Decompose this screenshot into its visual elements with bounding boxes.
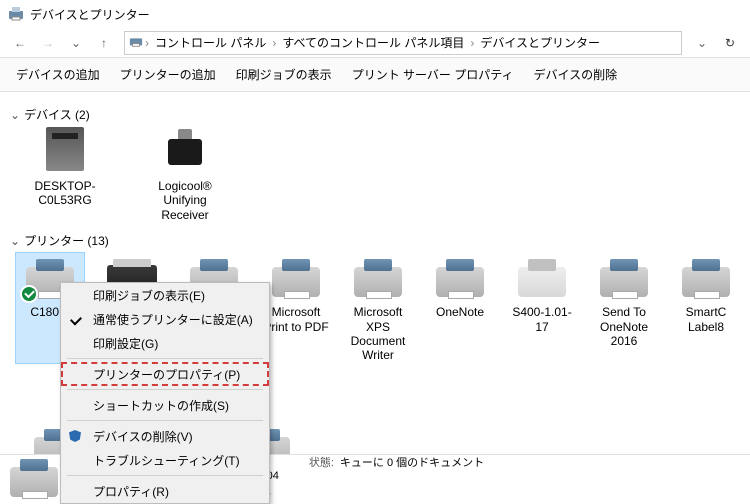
chevron-right-icon: › <box>272 36 276 50</box>
menu-item[interactable]: プリンターのプロパティ(P) <box>61 362 269 386</box>
section-devices-label: デバイス (2) <box>24 106 90 123</box>
breadcrumb-root-icon <box>129 34 143 51</box>
menu-item[interactable]: 印刷設定(G) <box>61 331 269 355</box>
printer-item[interactable]: OneNote <box>426 253 494 363</box>
printer-item[interactable]: S400-1.01-17 <box>508 253 576 363</box>
up-button[interactable]: ↑ <box>92 31 116 55</box>
printer-label: Microsoft XPS Document Writer <box>344 305 412 363</box>
chevron-down-icon: ⌄ <box>10 108 20 122</box>
menu-item[interactable]: プロパティ(R) <box>61 479 269 503</box>
cmd-add-printer[interactable]: プリンターの追加 <box>120 66 216 83</box>
chevron-down-icon: ⌄ <box>10 234 20 248</box>
recent-dropdown-icon[interactable]: ⌄ <box>64 31 88 55</box>
printer-icon <box>432 259 488 301</box>
section-printers-header[interactable]: ⌄ プリンター (13) <box>10 232 740 249</box>
nav-bar: ← → ⌄ ↑ › コントロール パネル › すべてのコントロール パネル項目 … <box>0 28 750 58</box>
cmd-remove-device[interactable]: デバイスの削除 <box>534 66 618 83</box>
printer-icon <box>350 259 406 301</box>
default-check-icon <box>20 285 38 303</box>
cmd-server-props[interactable]: プリント サーバー プロパティ <box>352 66 514 83</box>
device-desktop[interactable]: DESKTOP-C0L53RG <box>20 127 110 222</box>
breadcrumb[interactable]: › コントロール パネル › すべてのコントロール パネル項目 › デバイスとプ… <box>124 31 682 55</box>
printer-label: S400-1.01-17 <box>508 305 576 334</box>
desktop-icon <box>41 127 89 175</box>
printer-item[interactable]: SmartC Label8 <box>672 253 740 363</box>
printer-icon <box>514 259 570 301</box>
cmd-show-jobs[interactable]: 印刷ジョブの表示 <box>236 66 332 83</box>
crumb-2[interactable]: デバイスとプリンター <box>476 34 604 51</box>
menu-item[interactable]: ショートカットの作成(S) <box>61 393 269 417</box>
section-devices-header[interactable]: ⌄ デバイス (2) <box>10 106 740 123</box>
chevron-right-icon: › <box>145 36 149 50</box>
device-receiver[interactable]: Logicool® Unifying Receiver <box>140 127 230 222</box>
device-label: Logicool® Unifying Receiver <box>140 179 230 222</box>
refresh-button[interactable]: ↻ <box>718 31 742 55</box>
menu-separator <box>67 475 263 476</box>
selected-printer-icon <box>10 459 48 497</box>
menu-item[interactable]: 印刷ジョブの表示(E) <box>61 283 269 307</box>
menu-separator <box>67 358 263 359</box>
crumb-0[interactable]: コントロール パネル <box>151 34 270 51</box>
cmd-add-device[interactable]: デバイスの追加 <box>16 66 100 83</box>
printer-label: SmartC Label8 <box>672 305 740 334</box>
window-title: デバイスとプリンター <box>30 6 150 23</box>
printer-icon <box>596 259 652 301</box>
status-col-3: 状態:キューに 0 個のドキュメント <box>309 454 484 502</box>
menu-item[interactable]: トラブルシューティング(T) <box>61 448 269 472</box>
section-printers-label: プリンター (13) <box>24 232 109 249</box>
forward-button[interactable]: → <box>36 31 60 55</box>
printer-icon <box>678 259 734 301</box>
context-menu: 印刷ジョブの表示(E)通常使うプリンターに設定(A)印刷設定(G) プリンターのプ… <box>60 282 270 504</box>
devices-row: DESKTOP-C0L53RG Logicool® Unifying Recei… <box>20 127 740 222</box>
command-bar: デバイスの追加 プリンターの追加 印刷ジョブの表示 プリント サーバー プロパテ… <box>0 58 750 92</box>
history-dropdown-icon[interactable]: ⌄ <box>690 31 714 55</box>
usb-dongle-icon <box>161 127 209 175</box>
menu-item[interactable]: 通常使うプリンターに設定(A) <box>61 307 269 331</box>
printer-label: Microsoft Print to PDF <box>262 305 330 334</box>
printer-app-icon <box>8 6 24 22</box>
window-titlebar: デバイスとプリンター <box>0 0 750 28</box>
printer-icon <box>268 259 324 301</box>
menu-item[interactable]: デバイスの削除(V) <box>61 424 269 448</box>
device-label: DESKTOP-C0L53RG <box>20 179 110 208</box>
crumb-1[interactable]: すべてのコントロール パネル項目 <box>278 34 468 51</box>
printer-label: OneNote <box>436 305 484 319</box>
printer-label: Send To OneNote 2016 <box>590 305 658 348</box>
printer-item[interactable]: Microsoft XPS Document Writer <box>344 253 412 363</box>
printer-item[interactable]: Microsoft Print to PDF <box>262 253 330 363</box>
chevron-right-icon: › <box>470 36 474 50</box>
menu-separator <box>67 420 263 421</box>
printer-item[interactable]: Send To OneNote 2016 <box>590 253 658 363</box>
menu-separator <box>67 389 263 390</box>
back-button[interactable]: ← <box>8 31 32 55</box>
